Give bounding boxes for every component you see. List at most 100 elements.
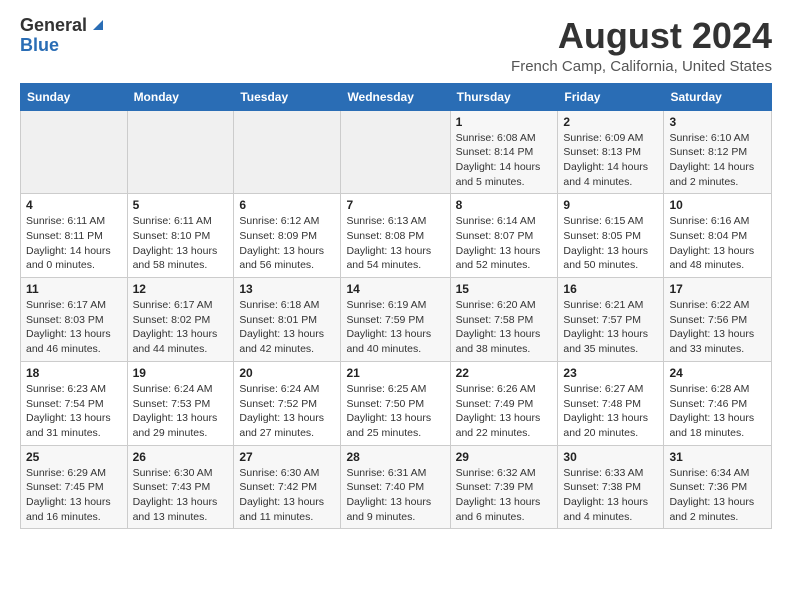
header-row: SundayMondayTuesdayWednesdayThursdayFrid… — [21, 83, 772, 110]
day-info: Sunrise: 6:17 AM Sunset: 8:02 PM Dayligh… — [133, 298, 229, 357]
day-info: Sunrise: 6:18 AM Sunset: 8:01 PM Dayligh… — [239, 298, 335, 357]
day-cell — [341, 110, 450, 194]
day-number: 14 — [346, 282, 444, 296]
day-info: Sunrise: 6:30 AM Sunset: 7:42 PM Dayligh… — [239, 466, 335, 525]
day-number: 3 — [669, 115, 766, 129]
header-day-sunday: Sunday — [21, 83, 128, 110]
day-number: 16 — [563, 282, 658, 296]
calendar-body: 1Sunrise: 6:08 AM Sunset: 8:14 PM Daylig… — [21, 110, 772, 529]
day-number: 19 — [133, 366, 229, 380]
day-info: Sunrise: 6:14 AM Sunset: 8:07 PM Dayligh… — [456, 214, 553, 273]
day-info: Sunrise: 6:12 AM Sunset: 8:09 PM Dayligh… — [239, 214, 335, 273]
day-cell: 28 Sunrise: 6:31 AM Sunset: 7:40 PM Dayli… — [341, 445, 450, 529]
day-cell: 7 Sunrise: 6:13 AM Sunset: 8:08 PM Daylig… — [341, 194, 450, 278]
day-number: 4 — [26, 198, 122, 212]
day-info: Sunrise: 6:32 AM Sunset: 7:39 PM Dayligh… — [456, 466, 553, 525]
week-row-3: 11 Sunrise: 6:17 AM Sunset: 8:03 PM Dayli… — [21, 278, 772, 362]
calendar-header: SundayMondayTuesdayWednesdayThursdayFrid… — [21, 83, 772, 110]
day-number: 17 — [669, 282, 766, 296]
day-info: Sunrise: 6:24 AM Sunset: 7:52 PM Dayligh… — [239, 382, 335, 441]
day-number: 18 — [26, 366, 122, 380]
day-number: 15 — [456, 282, 553, 296]
day-cell: 1Sunrise: 6:08 AM Sunset: 8:14 PM Daylig… — [450, 110, 558, 194]
day-cell — [234, 110, 341, 194]
day-info: Sunrise: 6:23 AM Sunset: 7:54 PM Dayligh… — [26, 382, 122, 441]
day-info: Sunrise: 6:22 AM Sunset: 7:56 PM Dayligh… — [669, 298, 766, 357]
day-number: 23 — [563, 366, 658, 380]
week-row-1: 1Sunrise: 6:08 AM Sunset: 8:14 PM Daylig… — [21, 110, 772, 194]
day-cell: 11 Sunrise: 6:17 AM Sunset: 8:03 PM Dayli… — [21, 278, 128, 362]
day-info: Sunrise: 6:31 AM Sunset: 7:40 PM Dayligh… — [346, 466, 444, 525]
header-day-thursday: Thursday — [450, 83, 558, 110]
day-info: Sunrise: 6:34 AM Sunset: 7:36 PM Dayligh… — [669, 466, 766, 525]
day-cell: 24Sunrise: 6:28 AM Sunset: 7:46 PM Dayli… — [664, 361, 772, 445]
day-number: 28 — [346, 450, 444, 464]
day-number: 27 — [239, 450, 335, 464]
day-cell: 25 Sunrise: 6:29 AM Sunset: 7:45 PM Dayli… — [21, 445, 128, 529]
day-cell — [127, 110, 234, 194]
day-number: 10 — [669, 198, 766, 212]
day-info: Sunrise: 6:17 AM Sunset: 8:03 PM Dayligh… — [26, 298, 122, 357]
day-cell: 21Sunrise: 6:25 AM Sunset: 7:50 PM Dayli… — [341, 361, 450, 445]
day-info: Sunrise: 6:19 AM Sunset: 7:59 PM Dayligh… — [346, 298, 444, 357]
day-cell: 22Sunrise: 6:26 AM Sunset: 7:49 PM Dayli… — [450, 361, 558, 445]
day-cell: 27 Sunrise: 6:30 AM Sunset: 7:42 PM Dayli… — [234, 445, 341, 529]
day-cell: 31Sunrise: 6:34 AM Sunset: 7:36 PM Dayli… — [664, 445, 772, 529]
day-info: Sunrise: 6:16 AM Sunset: 8:04 PM Dayligh… — [669, 214, 766, 273]
day-cell: 6 Sunrise: 6:12 AM Sunset: 8:09 PM Daylig… — [234, 194, 341, 278]
day-number: 6 — [239, 198, 335, 212]
day-info: Sunrise: 6:21 AM Sunset: 7:57 PM Dayligh… — [563, 298, 658, 357]
day-number: 8 — [456, 198, 553, 212]
day-cell: 3Sunrise: 6:10 AM Sunset: 8:12 PM Daylig… — [664, 110, 772, 194]
day-number: 1 — [456, 115, 553, 129]
day-cell: 29Sunrise: 6:32 AM Sunset: 7:39 PM Dayli… — [450, 445, 558, 529]
header-day-monday: Monday — [127, 83, 234, 110]
day-info: Sunrise: 6:26 AM Sunset: 7:49 PM Dayligh… — [456, 382, 553, 441]
day-cell: 4 Sunrise: 6:11 AM Sunset: 8:11 PM Daylig… — [21, 194, 128, 278]
day-cell: 30Sunrise: 6:33 AM Sunset: 7:38 PM Dayli… — [558, 445, 664, 529]
day-info: Sunrise: 6:13 AM Sunset: 8:08 PM Dayligh… — [346, 214, 444, 273]
day-info: Sunrise: 6:20 AM Sunset: 7:58 PM Dayligh… — [456, 298, 553, 357]
header-day-tuesday: Tuesday — [234, 83, 341, 110]
header: General Blue August 2024 French Camp, Ca… — [20, 16, 772, 75]
week-row-2: 4 Sunrise: 6:11 AM Sunset: 8:11 PM Daylig… — [21, 194, 772, 278]
day-info: Sunrise: 6:15 AM Sunset: 8:05 PM Dayligh… — [563, 214, 658, 273]
location-title: French Camp, California, United States — [511, 58, 772, 75]
day-info: Sunrise: 6:09 AM Sunset: 8:13 PM Dayligh… — [563, 131, 658, 190]
title-area: August 2024 French Camp, California, Uni… — [511, 16, 772, 75]
day-info: Sunrise: 6:30 AM Sunset: 7:43 PM Dayligh… — [133, 466, 229, 525]
day-cell: 20 Sunrise: 6:24 AM Sunset: 7:52 PM Dayli… — [234, 361, 341, 445]
month-title: August 2024 — [511, 16, 772, 56]
logo: General Blue — [20, 16, 107, 56]
day-number: 25 — [26, 450, 122, 464]
calendar-table: SundayMondayTuesdayWednesdayThursdayFrid… — [20, 83, 772, 530]
day-info: Sunrise: 6:25 AM Sunset: 7:50 PM Dayligh… — [346, 382, 444, 441]
header-day-wednesday: Wednesday — [341, 83, 450, 110]
day-cell: 18 Sunrise: 6:23 AM Sunset: 7:54 PM Dayli… — [21, 361, 128, 445]
day-cell: 5 Sunrise: 6:11 AM Sunset: 8:10 PM Daylig… — [127, 194, 234, 278]
day-number: 11 — [26, 282, 122, 296]
day-cell: 8 Sunrise: 6:14 AM Sunset: 8:07 PM Daylig… — [450, 194, 558, 278]
day-cell: 16 Sunrise: 6:21 AM Sunset: 7:57 PM Dayli… — [558, 278, 664, 362]
header-day-saturday: Saturday — [664, 83, 772, 110]
day-cell: 13 Sunrise: 6:18 AM Sunset: 8:01 PM Dayli… — [234, 278, 341, 362]
day-number: 9 — [563, 198, 658, 212]
day-number: 5 — [133, 198, 229, 212]
day-info: Sunrise: 6:27 AM Sunset: 7:48 PM Dayligh… — [563, 382, 658, 441]
day-info: Sunrise: 6:29 AM Sunset: 7:45 PM Dayligh… — [26, 466, 122, 525]
day-number: 26 — [133, 450, 229, 464]
day-number: 7 — [346, 198, 444, 212]
day-info: Sunrise: 6:11 AM Sunset: 8:11 PM Dayligh… — [26, 214, 122, 273]
week-row-4: 18 Sunrise: 6:23 AM Sunset: 7:54 PM Dayli… — [21, 361, 772, 445]
day-number: 20 — [239, 366, 335, 380]
day-number: 13 — [239, 282, 335, 296]
day-cell: 17 Sunrise: 6:22 AM Sunset: 7:56 PM Dayli… — [664, 278, 772, 362]
day-info: Sunrise: 6:11 AM Sunset: 8:10 PM Dayligh… — [133, 214, 229, 273]
day-cell: 19Sunrise: 6:24 AM Sunset: 7:53 PM Dayli… — [127, 361, 234, 445]
day-cell: 12Sunrise: 6:17 AM Sunset: 8:02 PM Dayli… — [127, 278, 234, 362]
logo-arrow-icon — [89, 16, 107, 34]
logo-general-text: General — [20, 16, 87, 36]
day-cell — [21, 110, 128, 194]
week-row-5: 25 Sunrise: 6:29 AM Sunset: 7:45 PM Dayli… — [21, 445, 772, 529]
logo-blue-text: Blue — [20, 36, 59, 56]
